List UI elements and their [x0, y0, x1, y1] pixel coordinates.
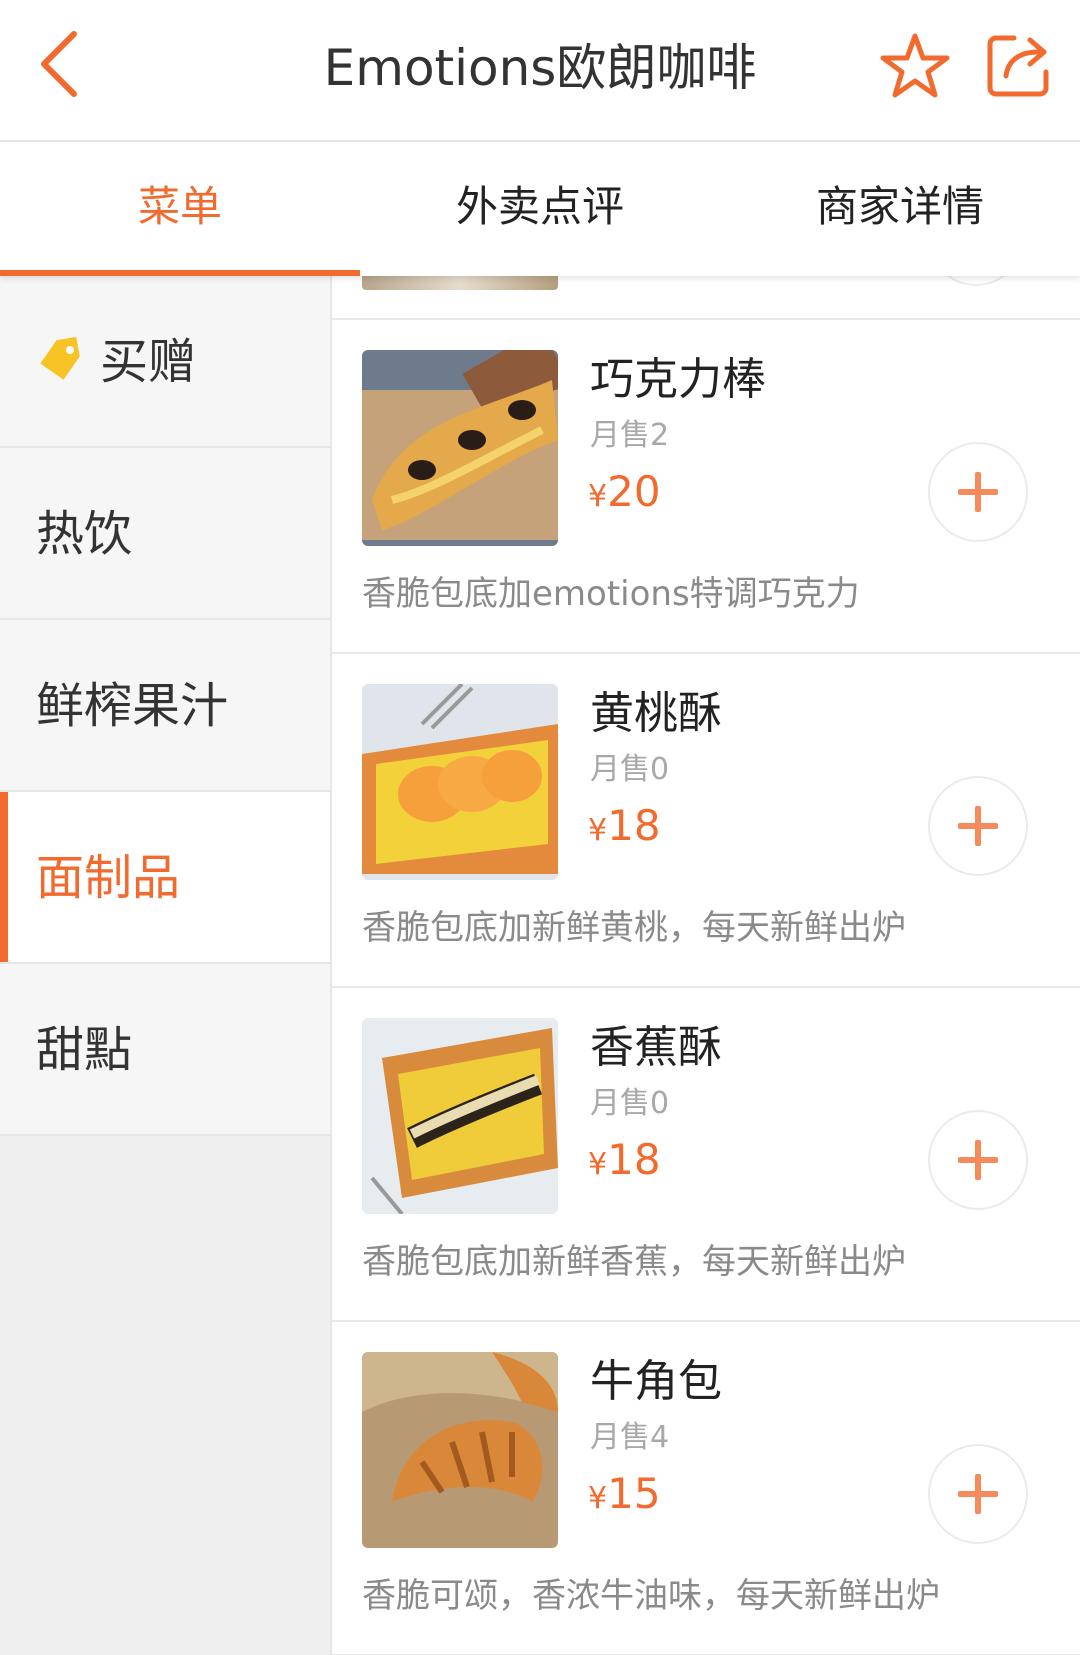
item-monthly-sales: 月售0 [590, 1086, 670, 1121]
sidebar-item-hot-drinks[interactable]: 热饮 [0, 448, 330, 620]
sidebar-item-label: 热饮 [36, 506, 133, 562]
sidebar-item-label: 鲜榨果汁 [36, 678, 229, 734]
currency-symbol: ¥ [588, 1147, 608, 1182]
favorite-button[interactable] [875, 26, 955, 106]
item-name: 巧克力棒 [590, 354, 766, 405]
sidebar-item-desserts[interactable]: 甜點 [0, 964, 330, 1136]
tab-reviews[interactable]: 外卖点评 [360, 142, 720, 276]
price-value: 18 [607, 801, 661, 850]
add-to-cart-button[interactable] [928, 442, 1028, 542]
tab-active-indicator [0, 270, 360, 276]
item-monthly-sales: 月售4 [590, 1420, 670, 1455]
tab-bar: 菜单 外卖点评 商家详情 [0, 142, 1080, 276]
sidebar-item-label: 甜點 [36, 1022, 133, 1078]
menu-item[interactable]: 黄桃酥 月售0 ¥18 香脆包底加新鲜黄桃，每天新鲜出炉 [332, 654, 1080, 988]
previous-item-add-button[interactable] [928, 276, 1024, 286]
item-price: ¥18 [588, 796, 661, 861]
previous-item-image [362, 276, 558, 290]
item-price: ¥20 [588, 462, 661, 527]
item-price: ¥18 [588, 1130, 661, 1195]
share-button[interactable] [982, 26, 1062, 106]
item-name: 黄桃酥 [590, 688, 722, 739]
menu-item[interactable]: 牛角包 月售4 ¥15 香脆可颂，香浓牛油味，每天新鲜出炉 [332, 1322, 1080, 1655]
sidebar-active-indicator [0, 792, 8, 962]
add-to-cart-button[interactable] [928, 776, 1028, 876]
item-name: 香蕉酥 [590, 1022, 722, 1073]
sidebar-item-fresh-juice[interactable]: 鲜榨果汁 [0, 620, 330, 792]
chevron-left-icon [41, 31, 77, 97]
item-price: ¥15 [588, 1464, 661, 1529]
share-icon [987, 35, 1049, 97]
item-description: 香脆包底加emotions特调巧克力 [362, 574, 860, 614]
sidebar-item-label: 面制品 [36, 850, 181, 906]
item-description: 香脆包底加新鲜黄桃，每天新鲜出炉 [362, 908, 906, 948]
item-image-peach-pastry [362, 684, 558, 880]
item-image-banana-pastry [362, 1018, 558, 1214]
sidebar-item-label: 买赠 [100, 334, 197, 390]
menu-item[interactable]: 巧克力棒 月售2 ¥20 香脆包底加emotions特调巧克力 [332, 320, 1080, 654]
tab-menu[interactable]: 菜单 [0, 142, 360, 276]
back-button[interactable] [30, 26, 110, 106]
add-to-cart-button[interactable] [928, 1444, 1028, 1544]
item-name: 牛角包 [590, 1356, 722, 1407]
tag-icon [40, 336, 80, 380]
app-header: Emotions欧朗咖啡 [0, 0, 1080, 142]
sidebar-item-pastry[interactable]: 面制品 [0, 792, 330, 964]
item-image-chocolate-stick [362, 350, 558, 546]
item-image-croissant [362, 1352, 558, 1548]
item-description: 香脆可颂，香浓牛油味，每天新鲜出炉 [362, 1576, 940, 1616]
price-value: 15 [607, 1469, 661, 1518]
menu-list[interactable]: 巧克力棒 月售2 ¥20 香脆包底加emotions特调巧克力 黄桃酥 月售0 … [330, 276, 1080, 1655]
tab-merchant-details[interactable]: 商家详情 [720, 142, 1080, 276]
item-monthly-sales: 月售0 [590, 752, 670, 787]
add-to-cart-button[interactable] [928, 1110, 1028, 1210]
currency-symbol: ¥ [588, 479, 608, 514]
currency-symbol: ¥ [588, 1481, 608, 1516]
sidebar-item-promo[interactable]: 买赠 [0, 276, 330, 448]
star-icon [880, 33, 950, 98]
category-sidebar: 买赠 热饮 鲜榨果汁 面制品 甜點 [0, 276, 330, 1655]
price-value: 18 [607, 1135, 661, 1184]
item-description: 香脆包底加新鲜香蕉，每天新鲜出炉 [362, 1242, 906, 1282]
item-monthly-sales: 月售2 [590, 418, 670, 453]
menu-item[interactable]: 香蕉酥 月售0 ¥18 香脆包底加新鲜香蕉，每天新鲜出炉 [332, 988, 1080, 1322]
currency-symbol: ¥ [588, 813, 608, 848]
price-value: 20 [607, 467, 661, 516]
